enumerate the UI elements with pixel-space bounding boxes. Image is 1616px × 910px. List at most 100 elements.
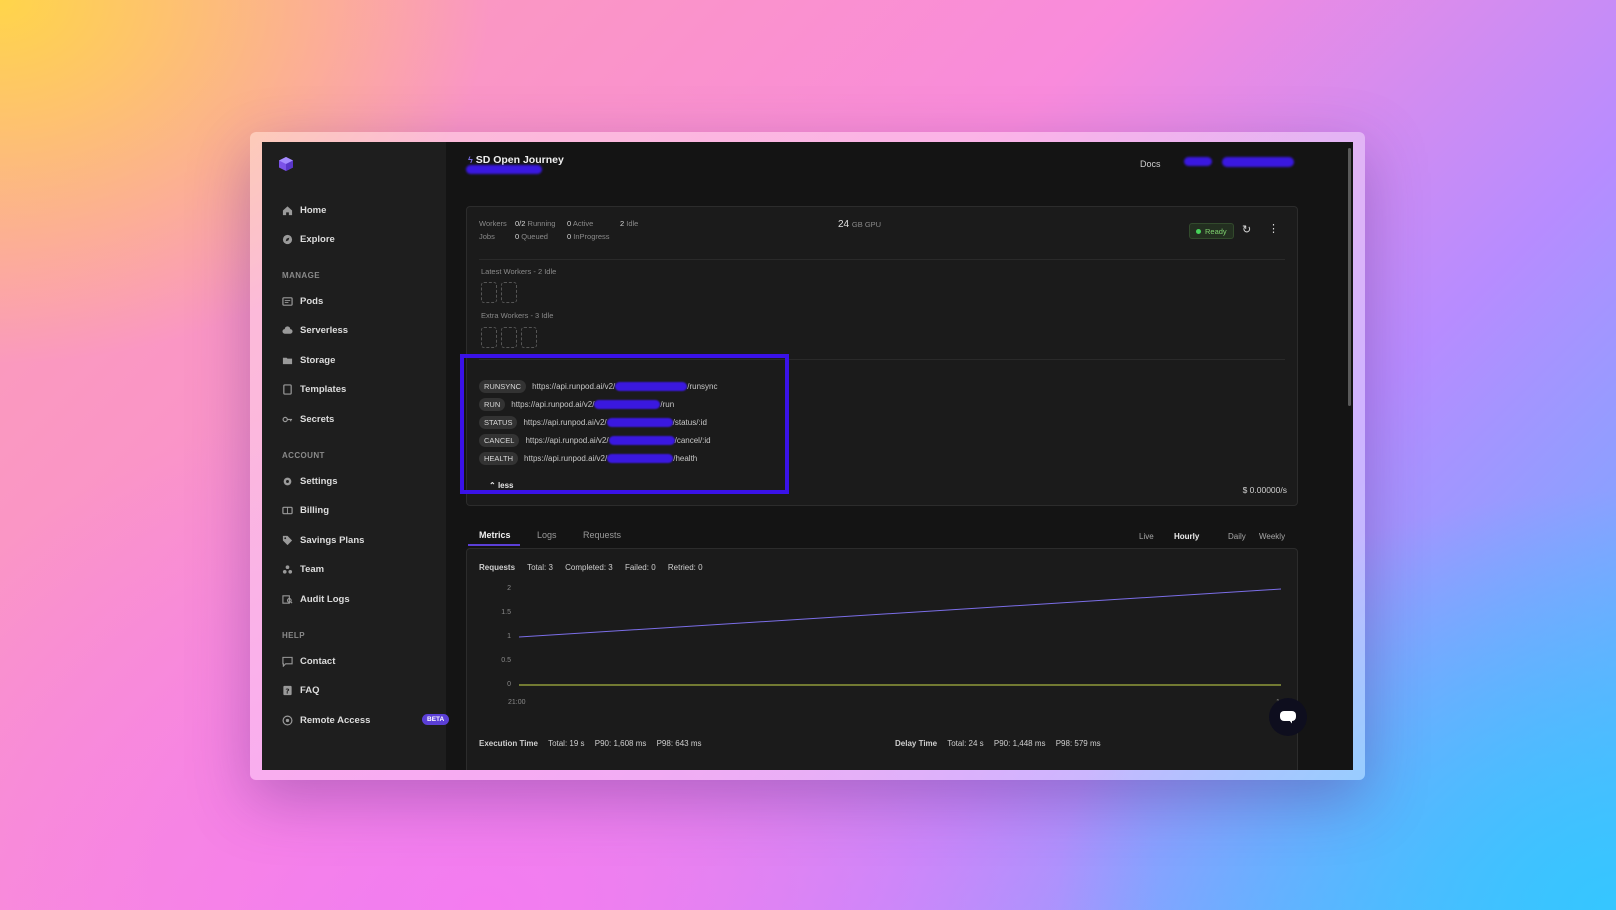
requests-failed: Failed: 0 (624, 563, 656, 572)
requests-chart[interactable] (517, 585, 1283, 695)
execution-header: Execution Time Total: 19 s P90: 1,608 ms… (479, 739, 710, 748)
queued-value: 0 (515, 232, 520, 241)
sidebar-item-label: Contact (300, 655, 336, 667)
execution-p90: P90: 1,608 ms (594, 739, 647, 748)
worker-slot[interactable] (501, 282, 517, 303)
active-label: Active (572, 219, 594, 228)
range-daily[interactable]: Daily (1228, 532, 1246, 541)
worker-slot[interactable] (521, 327, 537, 348)
sidebar-item-label: FAQ (300, 684, 320, 696)
redacted-account[interactable] (1222, 157, 1294, 167)
requests-retried: Retried: 0 (667, 563, 703, 572)
tab-metrics[interactable]: Metrics (479, 530, 511, 540)
chat-icon (282, 656, 293, 667)
refresh-icon[interactable]: ↻ (1242, 223, 1251, 236)
template-icon (283, 383, 292, 395)
latest-workers-label: Latest Workers - 2 Idle (481, 267, 557, 276)
sidebar-item-audit-logs[interactable]: Audit Logs (282, 588, 350, 610)
sidebar-item-contact[interactable]: Contact (282, 650, 335, 672)
tab-logs[interactable]: Logs (537, 530, 557, 540)
queued-stat: 0 Queued (515, 232, 548, 241)
y-tick-label: 1 (507, 633, 511, 640)
home-icon (282, 205, 293, 215)
cloud-icon (282, 325, 293, 334)
docs-link[interactable]: Docs (1140, 159, 1161, 169)
sidebar-item-serverless[interactable]: Serverless (282, 319, 348, 341)
sidebar-item-label: Team (300, 563, 325, 575)
metrics-panel: Requests Total: 3 Completed: 3 Failed: 0… (466, 548, 1298, 770)
sidebar-item-team[interactable]: Team (282, 558, 324, 580)
tab-requests[interactable]: Requests (583, 530, 621, 540)
active-value: 0 (567, 219, 572, 228)
sidebar-item-pods[interactable]: Pods (282, 290, 323, 312)
section-help: HELP (282, 631, 305, 640)
status-dot-icon (1196, 228, 1201, 234)
storage-icon (282, 357, 293, 364)
sidebar-item-settings[interactable]: Settings (282, 470, 337, 492)
y-tick-label: 2 (507, 585, 511, 592)
workers-label: Workers (479, 219, 507, 228)
inprogress-value: 0 (567, 232, 572, 241)
delay-title: Delay Time (895, 739, 938, 748)
requests-total: Total: 3 (527, 563, 553, 572)
running-label: Running (527, 219, 556, 228)
sidebar-item-billing[interactable]: Billing (282, 499, 329, 521)
pods-icon (282, 296, 293, 306)
sidebar-item-storage[interactable]: Storage (282, 349, 335, 371)
delay-total: Total: 24 s (947, 739, 984, 748)
cost-per-second: $ 0.00000/s (1242, 485, 1287, 495)
runpod-logo-icon[interactable] (278, 156, 294, 172)
inprogress-label: InProgress (573, 232, 610, 241)
sidebar-item-home[interactable]: Home (282, 199, 326, 221)
redacted-balance (1184, 157, 1212, 166)
active-stat: 0 Active (567, 219, 593, 228)
gear-icon (283, 477, 292, 485)
svg-text:?: ? (285, 686, 289, 695)
range-weekly[interactable]: Weekly (1259, 532, 1285, 541)
sidebar-item-label: Storage (300, 354, 336, 366)
delay-p90: P90: 1,448 ms (993, 739, 1046, 748)
worker-slot[interactable] (481, 282, 497, 303)
scrollbar[interactable] (1348, 148, 1351, 406)
worker-slot[interactable] (481, 327, 497, 348)
delay-p98: P98: 579 ms (1055, 739, 1101, 748)
gpu-info: 24 GB GPU (838, 219, 881, 230)
billing-icon (282, 506, 293, 514)
sidebar-item-label: Secrets (300, 413, 335, 425)
queued-label: Queued (521, 232, 548, 241)
inprogress-stat: 0 InProgress (567, 232, 610, 241)
requests-completed: Completed: 3 (565, 563, 613, 572)
chat-button[interactable] (1269, 698, 1307, 736)
sidebar-item-remote-access[interactable]: Remote Access BETA (282, 709, 450, 731)
execution-p98: P98: 643 ms (656, 739, 702, 748)
section-account: ACCOUNT (282, 451, 325, 460)
sidebar-item-explore[interactable]: Explore (282, 228, 335, 250)
range-hourly[interactable]: Hourly (1174, 532, 1199, 541)
extra-workers-label: Extra Workers - 3 Idle (481, 311, 554, 320)
sidebar-item-secrets[interactable]: Secrets (282, 408, 334, 430)
sidebar-item-faq[interactable]: ? FAQ (282, 679, 320, 701)
more-options-icon[interactable]: ⋮ (1268, 222, 1279, 235)
faq-icon: ? (283, 685, 292, 695)
requests-header: Requests Total: 3 Completed: 3 Failed: 0… (479, 563, 713, 572)
sidebar-item-label: Settings (300, 475, 338, 487)
gpu-value: 24 (838, 219, 850, 230)
sidebar: Home Explore MANAGE Pods Serverless Stor… (262, 142, 450, 770)
idle-label: Idle (626, 219, 639, 228)
sidebar-item-label: Remote Access (300, 714, 371, 726)
sidebar-item-templates[interactable]: Templates (282, 378, 346, 400)
status-text: Ready (1205, 226, 1227, 236)
y-tick-label: 0.5 (501, 657, 511, 664)
y-tick-label: 0 (507, 681, 511, 688)
sidebar-item-savings-plans[interactable]: Savings Plans (282, 529, 364, 551)
worker-slot[interactable] (501, 327, 517, 348)
execution-title: Execution Time (479, 739, 538, 748)
tag-icon (282, 535, 293, 545)
requests-title: Requests (479, 563, 516, 572)
active-tab-indicator (468, 544, 520, 546)
delay-header: Delay Time Total: 24 s P90: 1,448 ms P98… (895, 739, 1109, 748)
highlight-box (460, 354, 789, 494)
sidebar-item-label: Templates (300, 383, 347, 395)
range-live[interactable]: Live (1139, 532, 1154, 541)
idle-value: 2 (620, 219, 625, 228)
